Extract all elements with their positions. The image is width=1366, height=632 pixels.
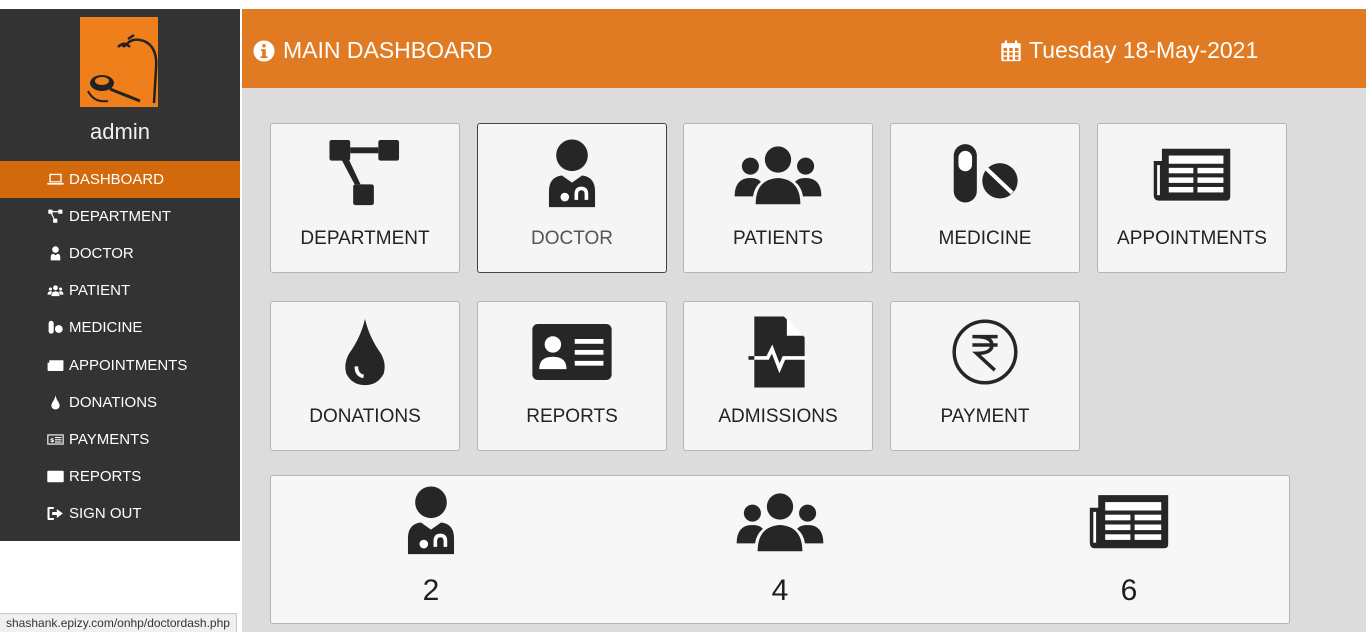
sign-out-icon [46, 506, 64, 522]
stat-value: 6 [1120, 574, 1138, 607]
sidebar-item-department[interactable]: DEPARTMENT [0, 198, 240, 235]
sidebar-item-label: DASHBOARD [69, 171, 165, 188]
sidebar-item-label: PATIENT [69, 282, 131, 299]
page-title-text: MAIN DASHBOARD [283, 37, 493, 63]
tile-medicine[interactable]: MEDICINE [890, 123, 1080, 273]
tile-label: REPORTS [526, 406, 618, 427]
stat-doctors: 2 [361, 476, 501, 625]
tile-appointments[interactable]: APPOINTMENTS [1097, 123, 1287, 273]
doctor-icon [46, 246, 64, 262]
sidebar-item-label: DEPARTMENT [69, 208, 171, 225]
money-icon [46, 432, 64, 448]
sidebar-item-sign-out[interactable]: SIGN OUT [0, 495, 240, 532]
newspaper-icon [46, 358, 64, 374]
page-header: MAIN DASHBOARD Tuesday 18-May-2021 [242, 9, 1366, 88]
stat-value: 4 [771, 574, 789, 607]
sidebar-item-doctor[interactable]: DOCTOR [0, 235, 240, 272]
info-icon [253, 40, 275, 62]
tile-label: PAYMENT [940, 406, 1030, 427]
tile-label: ADMISSIONS [718, 406, 838, 427]
newspaper-icon [1059, 484, 1199, 558]
sidebar-item-payments[interactable]: PAYMENTS [0, 421, 240, 458]
pills-icon [891, 136, 1079, 212]
sidebar: admin DASHBOARD DEPARTMENT DOCTOR PATIEN… [0, 9, 240, 541]
page: admin DASHBOARD DEPARTMENT DOCTOR PATIEN… [0, 0, 1366, 632]
stat-appointments: 6 [1059, 476, 1199, 625]
id-card-icon [46, 469, 64, 485]
sidebar-item-label: MEDICINE [69, 319, 143, 336]
tile-label: DOCTOR [531, 228, 613, 249]
newspaper-icon [1098, 136, 1286, 212]
calendar-icon [1000, 40, 1022, 62]
id-card-icon [478, 314, 666, 390]
tile-patients[interactable]: PATIENTS [683, 123, 873, 273]
sidebar-item-label: DONATIONS [69, 394, 158, 411]
sidebar-item-label: PAYMENTS [69, 431, 150, 448]
tint-icon [46, 395, 64, 411]
tile-label: DEPARTMENT [300, 228, 430, 249]
sidebar-item-reports[interactable]: REPORTS [0, 458, 240, 495]
laptop-icon [46, 172, 64, 188]
current-date: Tuesday 18-May-2021 [1000, 37, 1258, 64]
stethoscope-logo [80, 17, 158, 107]
status-bar-url: shashank.epizy.com/onhp/doctordash.php [0, 613, 237, 632]
admin-username: admin [90, 119, 150, 144]
sidebar-item-medicine[interactable]: MEDICINE [0, 309, 240, 346]
sitemap-icon [271, 136, 459, 212]
tile-reports[interactable]: REPORTS [477, 301, 667, 451]
users-icon [684, 136, 872, 212]
sitemap-icon [46, 209, 64, 225]
rupee-icon [891, 314, 1079, 390]
users-icon [710, 484, 850, 558]
tile-label: PATIENTS [732, 228, 824, 249]
tile-label: DONATIONS [309, 406, 421, 427]
sidebar-item-patient[interactable]: PATIENT [0, 272, 240, 309]
tile-payment[interactable]: PAYMENT [890, 301, 1080, 451]
pills-icon [46, 320, 64, 336]
stats-panel: 2 4 6 [270, 475, 1290, 624]
current-date-text: Tuesday 18-May-2021 [1029, 37, 1259, 63]
sidebar-item-label: REPORTS [69, 468, 142, 485]
sidebar-item-label: DOCTOR [69, 245, 134, 262]
doctor-icon [361, 484, 501, 558]
sidebar-item-label: SIGN OUT [69, 505, 142, 522]
doctor-icon [478, 136, 666, 212]
tint-icon [271, 314, 459, 390]
stat-value: 2 [422, 574, 440, 607]
tile-donations[interactable]: DONATIONS [270, 301, 460, 451]
tile-doctor[interactable]: DOCTOR [477, 123, 667, 273]
sidebar-item-label: APPOINTMENTS [69, 357, 188, 374]
sidebar-item-dashboard[interactable]: DASHBOARD [0, 161, 240, 198]
tile-department[interactable]: DEPARTMENT [270, 123, 460, 273]
file-medical-icon [684, 314, 872, 390]
stat-patients: 4 [710, 476, 850, 625]
users-icon [46, 283, 64, 299]
tile-admissions[interactable]: ADMISSIONS [683, 301, 873, 451]
page-title: MAIN DASHBOARD [253, 37, 493, 64]
sidebar-item-donations[interactable]: DONATIONS [0, 384, 240, 421]
tile-label: MEDICINE [938, 228, 1032, 249]
tile-label: APPOINTMENTS [1117, 228, 1267, 249]
sidebar-item-appointments[interactable]: APPOINTMENTS [0, 347, 240, 384]
